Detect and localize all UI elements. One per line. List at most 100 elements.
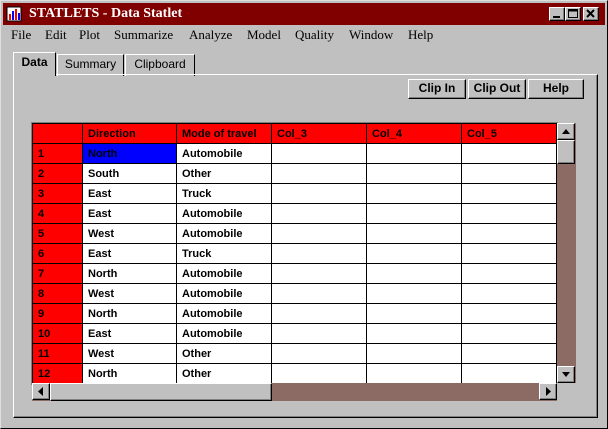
row-number-cell[interactable]: 1 xyxy=(32,143,83,164)
grid-cell-direction[interactable]: East xyxy=(82,243,177,264)
row-number-cell[interactable]: 8 xyxy=(32,283,83,304)
scroll-right-button[interactable] xyxy=(539,383,557,400)
grid-cell-col-3[interactable] xyxy=(271,143,367,164)
clip-in-button[interactable]: Clip In xyxy=(408,79,466,99)
grid-cell-direction[interactable]: South xyxy=(82,163,177,184)
grid-cell-col-5[interactable] xyxy=(461,343,557,364)
row-number-cell[interactable]: 10 xyxy=(32,323,83,344)
vertical-scrollbar[interactable] xyxy=(557,123,576,383)
grid-cell-direction[interactable]: North xyxy=(82,263,177,284)
grid-cell-col-4[interactable] xyxy=(366,283,462,304)
grid-cell-col-3[interactable] xyxy=(271,183,367,204)
row-number-cell[interactable]: 4 xyxy=(32,203,83,224)
grid-cell-direction[interactable]: East xyxy=(82,323,177,344)
grid-cell-col-4[interactable] xyxy=(366,203,462,224)
grid-cell-col-3[interactable] xyxy=(271,323,367,344)
grid-cell-col-3[interactable] xyxy=(271,223,367,244)
column-header-mode-of-travel[interactable]: Mode of travel xyxy=(176,123,272,144)
grid-cell-col-5[interactable] xyxy=(461,203,557,224)
grid-cell-col-5[interactable] xyxy=(461,323,557,344)
column-header-col-5[interactable]: Col_5 xyxy=(461,123,557,144)
grid-cell-mode-of-travel[interactable]: Automobile xyxy=(176,303,272,324)
grid-cell-col-4[interactable] xyxy=(366,323,462,344)
grid-cell-mode-of-travel[interactable]: Truck xyxy=(176,183,272,204)
tab-clipboard[interactable]: Clipboard xyxy=(125,54,195,76)
row-number-cell[interactable]: 7 xyxy=(32,263,83,284)
grid-cell-direction[interactable]: West xyxy=(82,283,177,304)
grid-cell-col-4[interactable] xyxy=(366,343,462,364)
grid-cell-direction[interactable]: North xyxy=(82,143,177,164)
close-button[interactable] xyxy=(583,7,599,21)
grid-cell-col-3[interactable] xyxy=(271,263,367,284)
grid-cell-mode-of-travel[interactable]: Automobile xyxy=(176,223,272,244)
menu-analyze[interactable]: Analyze xyxy=(189,27,232,43)
menu-edit[interactable]: Edit xyxy=(45,27,67,43)
statlets-app-icon[interactable] xyxy=(6,6,22,22)
grid-cell-direction[interactable]: East xyxy=(82,183,177,204)
grid-cell-col-4[interactable] xyxy=(366,163,462,184)
maximize-button[interactable] xyxy=(565,7,581,21)
grid-cell-col-5[interactable] xyxy=(461,303,557,324)
grid-cell-col-3[interactable] xyxy=(271,203,367,224)
grid-cell-col-5[interactable] xyxy=(461,283,557,304)
grid-cell-mode-of-travel[interactable]: Other xyxy=(176,363,272,384)
grid-cell-mode-of-travel[interactable]: Automobile xyxy=(176,283,272,304)
grid-cell-col-3[interactable] xyxy=(271,343,367,364)
minimize-button[interactable] xyxy=(549,7,565,21)
grid-cell-col-4[interactable] xyxy=(366,223,462,244)
menu-file[interactable]: File xyxy=(11,27,31,43)
grid-cell-col-3[interactable] xyxy=(271,163,367,184)
horizontal-scroll-thumb[interactable] xyxy=(50,383,272,401)
menu-quality[interactable]: Quality xyxy=(295,27,334,43)
grid-cell-col-3[interactable] xyxy=(271,303,367,324)
grid-cell-col-5[interactable] xyxy=(461,243,557,264)
row-number-cell[interactable]: 11 xyxy=(32,343,83,364)
column-header-direction[interactable]: Direction xyxy=(82,123,177,144)
scroll-up-button[interactable] xyxy=(557,123,575,140)
grid-cell-col-5[interactable] xyxy=(461,223,557,244)
menu-model[interactable]: Model xyxy=(247,27,281,43)
grid-cell-col-5[interactable] xyxy=(461,263,557,284)
grid-cell-direction[interactable]: East xyxy=(82,203,177,224)
grid-corner-header[interactable] xyxy=(32,123,83,144)
title-bar[interactable]: STATLETS - Data Statlet xyxy=(3,3,605,25)
grid-cell-mode-of-travel[interactable]: Other xyxy=(176,163,272,184)
scroll-down-button[interactable] xyxy=(557,366,575,383)
grid-cell-col-4[interactable] xyxy=(366,363,462,384)
tab-data[interactable]: Data xyxy=(13,52,56,76)
row-number-cell[interactable]: 3 xyxy=(32,183,83,204)
grid-cell-direction[interactable]: North xyxy=(82,303,177,324)
clip-out-button[interactable]: Clip Out xyxy=(468,79,526,99)
grid-cell-col-4[interactable] xyxy=(366,183,462,204)
row-number-cell[interactable]: 6 xyxy=(32,243,83,264)
menu-plot[interactable]: Plot xyxy=(79,27,100,43)
menu-help[interactable]: Help xyxy=(408,27,433,43)
row-number-cell[interactable]: 9 xyxy=(32,303,83,324)
column-header-col-3[interactable]: Col_3 xyxy=(271,123,367,144)
grid-cell-mode-of-travel[interactable]: Automobile xyxy=(176,263,272,284)
grid-cell-col-3[interactable] xyxy=(271,243,367,264)
grid-cell-col-4[interactable] xyxy=(366,303,462,324)
grid-cell-col-4[interactable] xyxy=(366,243,462,264)
menu-summarize[interactable]: Summarize xyxy=(114,27,173,43)
grid-cell-mode-of-travel[interactable]: Automobile xyxy=(176,203,272,224)
grid-cell-col-5[interactable] xyxy=(461,183,557,204)
grid-cell-mode-of-travel[interactable]: Truck xyxy=(176,243,272,264)
grid-cell-direction[interactable]: West xyxy=(82,343,177,364)
grid-cell-col-5[interactable] xyxy=(461,163,557,184)
tab-summary[interactable]: Summary xyxy=(57,54,124,76)
grid-cell-direction[interactable]: West xyxy=(82,223,177,244)
horizontal-scrollbar[interactable] xyxy=(32,383,557,401)
grid-cell-col-5[interactable] xyxy=(461,363,557,384)
vertical-scroll-thumb[interactable] xyxy=(557,140,575,164)
row-number-cell[interactable]: 2 xyxy=(32,163,83,184)
row-number-cell[interactable]: 12 xyxy=(32,363,83,384)
grid-cell-col-4[interactable] xyxy=(366,143,462,164)
grid-cell-col-3[interactable] xyxy=(271,283,367,304)
help-button[interactable]: Help xyxy=(528,79,584,99)
grid-cell-col-3[interactable] xyxy=(271,363,367,384)
grid-cell-direction[interactable]: North xyxy=(82,363,177,384)
menu-window[interactable]: Window xyxy=(349,27,393,43)
scroll-left-button[interactable] xyxy=(32,383,50,400)
grid-cell-col-4[interactable] xyxy=(366,263,462,284)
